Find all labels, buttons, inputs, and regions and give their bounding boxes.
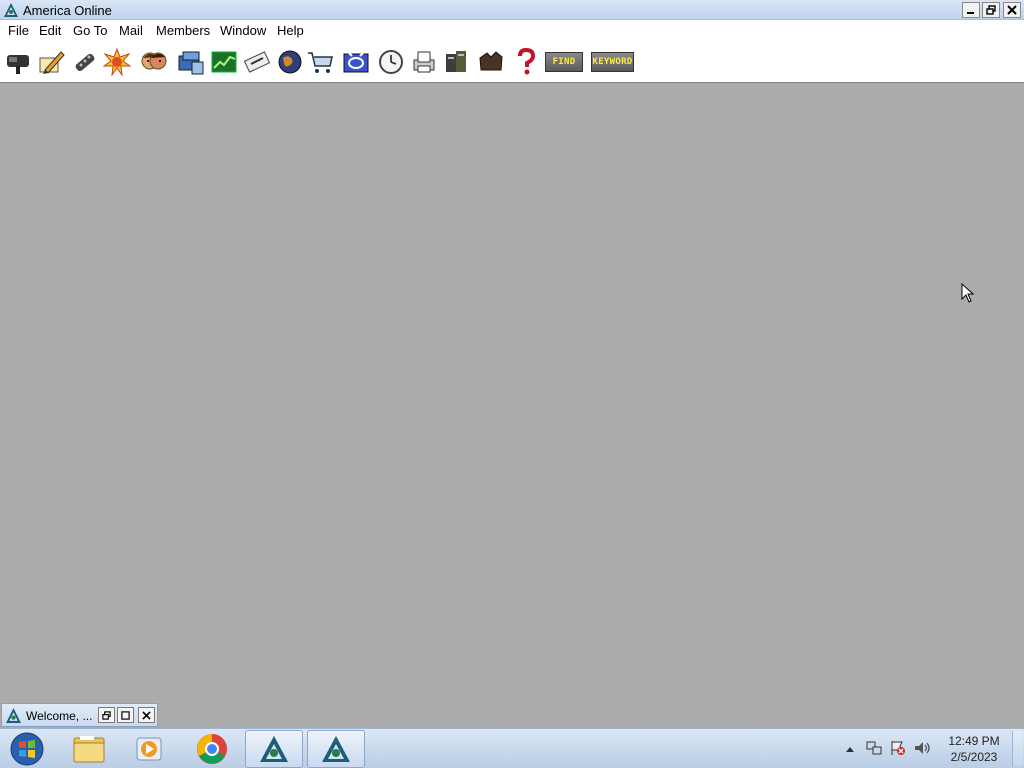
window-title: America Online [23,3,112,18]
start-button[interactable] [2,730,52,768]
show-hidden-icons-icon[interactable] [845,745,855,753]
channels-icon[interactable] [342,48,370,76]
menu-go-to[interactable]: Go To [73,23,107,38]
aol-logo-icon [4,3,18,17]
menu-edit[interactable]: Edit [39,23,61,38]
minimized-welcome-window[interactable]: Welcome, ... [1,703,158,727]
minimize-icon [967,12,974,14]
menu-members[interactable]: Members [156,23,210,38]
aol-logo-icon [322,736,350,762]
aol-logo-icon [260,736,288,762]
remote-control-icon[interactable] [70,48,98,76]
close-button[interactable] [138,707,155,723]
minimized-window-title: Welcome, ... [26,709,93,723]
people-icon[interactable] [140,48,168,76]
restore-button[interactable] [98,707,115,723]
personal-filing-cabinet-icon[interactable] [177,48,205,76]
media-player-task[interactable] [120,730,178,768]
news-icon[interactable] [243,48,271,76]
find-button[interactable]: FIND [545,52,583,72]
show-desktop-button[interactable] [1012,731,1023,766]
menu-file[interactable]: File [8,23,29,38]
menu-mail[interactable]: Mail [119,23,143,38]
file-explorer-task[interactable] [60,730,118,768]
maximize-icon [121,710,130,720]
compose-mail-icon[interactable] [37,48,65,76]
volume-icon[interactable] [914,740,932,756]
menu-bar: File Edit Go To Mail Members Window Help [0,20,1024,41]
maximize-button[interactable] [117,707,134,723]
keyword-button[interactable]: KEYWORD [591,52,634,72]
network-icon[interactable] [866,740,882,756]
title-bar: America Online [0,0,1024,20]
chrome-icon [197,734,227,764]
favorites-icon[interactable] [477,48,505,76]
aol-task-1[interactable] [245,730,303,768]
aol-logo-icon [6,708,21,723]
restore-icon [986,5,996,15]
shopping-cart-icon[interactable] [306,48,334,76]
print-icon[interactable] [410,48,438,76]
menu-window[interactable]: Window [220,23,266,38]
clock-icon[interactable] [377,48,405,76]
stock-chart-icon[interactable] [210,48,238,76]
taskbar: 12:49 PM 2/5/2023 [0,728,1024,768]
close-button[interactable] [1003,2,1021,18]
restore-button[interactable] [982,2,1000,18]
mouse-cursor-icon [961,283,975,303]
media-player-icon [136,737,162,761]
toolbar: FIND KEYWORD [0,41,1024,83]
my-files-icon[interactable] [442,48,470,76]
action-center-flag-icon[interactable] [890,740,906,756]
mdi-workspace[interactable] [0,83,1024,728]
windows-start-orb-icon [10,732,44,766]
folder-icon [73,736,105,763]
hot-news-icon[interactable] [103,48,131,76]
chrome-task[interactable] [183,730,241,768]
globe-icon[interactable] [276,48,304,76]
minimize-button[interactable] [962,2,980,18]
close-icon [142,710,151,720]
clock-time: 12:49 PM [948,734,1000,748]
mailbox-icon[interactable] [4,48,32,76]
restore-icon [102,710,111,720]
taskbar-clock[interactable]: 12:49 PM 2/5/2023 [940,733,1008,765]
menu-help[interactable]: Help [277,23,304,38]
close-icon [1007,5,1017,15]
aol-task-2[interactable] [307,730,365,768]
clock-date: 2/5/2023 [950,750,998,764]
help-question-icon[interactable] [512,48,540,76]
